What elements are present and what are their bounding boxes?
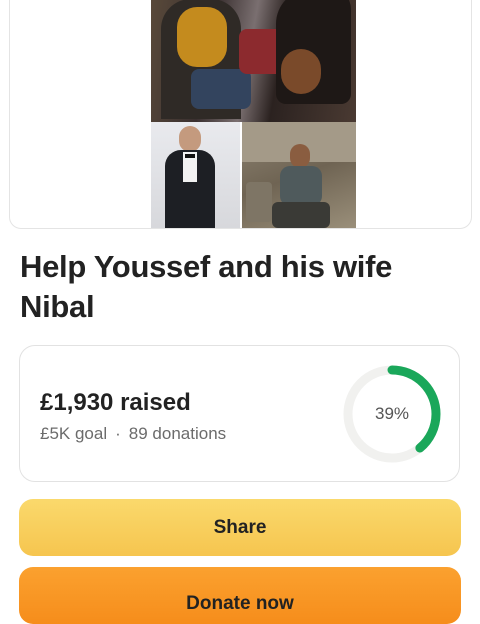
photo-man-in-suit[interactable] [151,122,240,228]
photo-man-in-rubble[interactable] [242,122,356,228]
goal-amount: £5K goal [40,424,108,443]
goal-and-donations: £5K goal · 89 donations [40,424,226,444]
fundraising-progress-card: £1,930 raised £5K goal · 89 donations 39% [19,345,460,482]
photo-collage[interactable] [151,0,356,228]
share-button[interactable]: Share [19,499,461,556]
photo-man-with-dog[interactable] [151,0,356,122]
meta-separator: · [115,424,121,443]
amount-raised: £1,930 raised [40,389,191,416]
donation-count: 89 donations [128,424,227,443]
progress-percent: 39% [374,404,410,423]
donate-now-button[interactable]: Donate now [19,567,461,624]
campaign-title: Help Youssef and his wife Nibal [20,249,393,324]
campaign-photo-card[interactable] [9,0,472,229]
